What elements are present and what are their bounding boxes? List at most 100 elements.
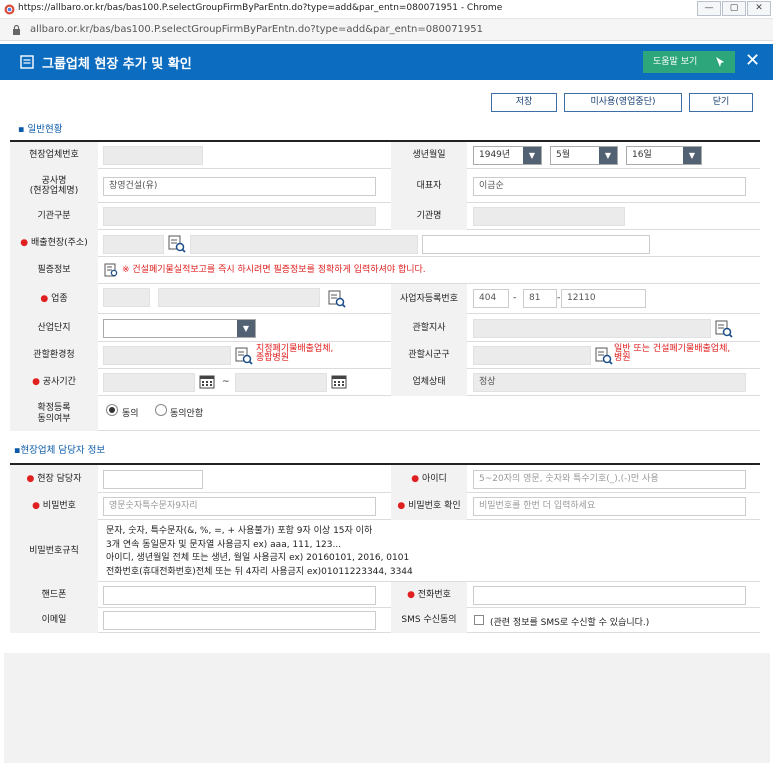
label-discharge-site-text: 배출현장(주소) [31, 238, 88, 249]
search-env-office-icon[interactable] [235, 347, 253, 365]
env-office-field [103, 346, 231, 365]
dialog-footer-area [4, 653, 770, 763]
consent-yes-radio[interactable] [106, 404, 118, 416]
business-code-field [103, 288, 150, 307]
label-consent: 확정등록 동의여부 [10, 396, 98, 431]
label-required-info: 필증정보 [10, 257, 98, 284]
minimize-button[interactable]: — [697, 1, 721, 16]
label-discharge-site: ● 배출현장(주소) [10, 230, 98, 257]
mobile-input[interactable] [103, 586, 376, 605]
site-no-field [103, 146, 203, 165]
phone-input[interactable] [473, 586, 746, 605]
password-confirm-input[interactable]: 비밀번호를 한번 더 입력하세요 [473, 497, 746, 516]
window-close-button[interactable]: ✕ [747, 1, 771, 16]
company-name-input[interactable]: 창영건설(유) [103, 177, 376, 196]
consent-no-label: 동의안함 [170, 409, 204, 419]
label-ceo: 대표자 [391, 169, 467, 203]
required-info-notice: ※ 건설폐기물실적보고를 즉시 하시려면 필증정보를 정확하게 입력하셔야 합니… [122, 265, 426, 275]
business-name-field [158, 288, 320, 307]
zip-field [103, 235, 164, 254]
ceo-input[interactable]: 이금순 [473, 177, 746, 196]
birth-month-select[interactable]: 5월 ▼ [550, 146, 618, 165]
chevron-down-icon: ▼ [237, 320, 255, 337]
sms-consent-text: (관련 정보를 SMS로 수신할 수 있습니다.) [490, 618, 650, 628]
email-input[interactable] [103, 611, 376, 630]
search-address-icon[interactable] [168, 235, 186, 253]
label-user-id-text: 아이디 [421, 473, 447, 484]
calendar-icon[interactable] [331, 373, 347, 389]
section-general-title: 일반현황 [27, 124, 63, 135]
window-titlebar: https://allbaro.or.kr/bas/bas100.P.selec… [0, 0, 773, 19]
label-manager: ● 현장 담당자 [10, 465, 98, 493]
required-dot: ● [32, 377, 40, 388]
label-password-text: 비밀번호 [42, 501, 76, 512]
reg-dash: - [513, 293, 517, 303]
agency-type-field [103, 207, 376, 226]
label-manager-text: 현장 담당자 [37, 473, 82, 484]
unused-button[interactable]: 미사용(영업중단) [564, 93, 682, 112]
url-text: allbaro.or.kr/bas/bas100.P.selectGroupFi… [30, 24, 484, 35]
label-status: 업체상태 [391, 369, 467, 396]
section-general: ▪ 일반현황 [18, 124, 63, 135]
label-agency-name: 기관명 [391, 203, 467, 230]
business-reg-1[interactable]: 404 [473, 289, 509, 308]
label-phone: ● 전화번호 [391, 582, 467, 608]
required-dot: ● [40, 293, 49, 304]
label-sms: SMS 수신동의 [391, 608, 467, 633]
business-reg-2[interactable]: 81 [523, 289, 557, 308]
pw-rule-item: 문자, 숫자, 특수문자(&, %, =, + 사용불가) 포함 9자 이상 1… [106, 526, 373, 536]
label-company: 공사명 (현장업체명) [10, 169, 98, 203]
consent-no-radio[interactable] [155, 404, 167, 416]
chevron-down-icon: ▼ [599, 147, 617, 164]
search-branch-icon[interactable] [715, 320, 733, 338]
address-detail-input[interactable] [422, 235, 650, 254]
required-dot: ● [397, 501, 406, 512]
manager-input[interactable] [103, 470, 203, 489]
sms-consent-checkbox[interactable] [474, 615, 484, 625]
user-id-input[interactable]: 5~20자의 영문, 숫자와 특수기호(_),(-)만 사용 [473, 470, 746, 489]
birth-year-select[interactable]: 1949년 ▼ [473, 146, 542, 165]
chrome-icon [4, 4, 15, 15]
pw-rules-list: 문자, 숫자, 특수문자(&, %, =, + 사용불가) 포함 9자 이상 1… [106, 525, 413, 579]
form-icon [20, 55, 34, 69]
section-manager-title: ▪현장업체 담당자 정보 [14, 445, 106, 456]
business-reg-3[interactable]: 12110 [561, 289, 646, 308]
password-input[interactable]: 영문숫자특수문자9자리 [103, 497, 376, 516]
maximize-button[interactable]: ▢ [722, 1, 746, 16]
lock-icon [13, 24, 20, 35]
close-button[interactable]: 닫기 [689, 93, 753, 112]
document-search-icon[interactable] [104, 263, 118, 277]
required-dot: ● [32, 501, 40, 512]
calendar-icon[interactable] [199, 373, 215, 389]
chevron-down-icon: ▼ [523, 147, 541, 164]
search-city-icon[interactable] [595, 347, 613, 365]
help-button-label: 도움말 보기 [653, 57, 698, 67]
period-end-field[interactable] [235, 373, 327, 392]
address-field [190, 235, 418, 254]
label-period: ● 공사기간 [10, 369, 98, 396]
label-password: ● 비밀번호 [10, 493, 98, 520]
label-email: 이메일 [10, 608, 98, 633]
birth-day-select[interactable]: 16일 ▼ [626, 146, 702, 165]
dialog-close-button[interactable]: ✕ [745, 50, 760, 71]
help-button[interactable]: 도움말 보기 [643, 51, 735, 73]
birth-month-value: 5월 [556, 150, 571, 160]
address-bar[interactable]: allbaro.or.kr/bas/bas100.P.selectGroupFi… [0, 19, 773, 41]
label-branch: 관할지사 [391, 314, 467, 342]
required-dot: ● [20, 238, 29, 249]
label-industrial-complex: 산업단지 [10, 314, 98, 342]
required-dot: ● [411, 473, 420, 484]
label-business-reg: 사업자등록번호 [391, 284, 467, 314]
reg-dash: - [557, 293, 561, 303]
consent-yes-label: 동의 [122, 409, 139, 419]
label-company-line2: (현장업체명) [29, 186, 79, 196]
save-button[interactable]: 저장 [491, 93, 557, 112]
industrial-complex-select[interactable]: ▼ [103, 319, 256, 338]
search-business-icon[interactable] [328, 290, 346, 308]
city-note: 일반 또는 건설폐기물배출업체, 병원 [614, 345, 730, 363]
pw-rule-item: 아이디, 생년월일 전체 또는 생년, 월일 사용금지 ex) 20160101… [106, 553, 410, 563]
required-dot: ● [26, 473, 35, 484]
label-business-type-text: 업종 [51, 293, 68, 304]
period-start-field[interactable] [103, 373, 195, 392]
label-company-line1: 공사명 [41, 175, 67, 186]
